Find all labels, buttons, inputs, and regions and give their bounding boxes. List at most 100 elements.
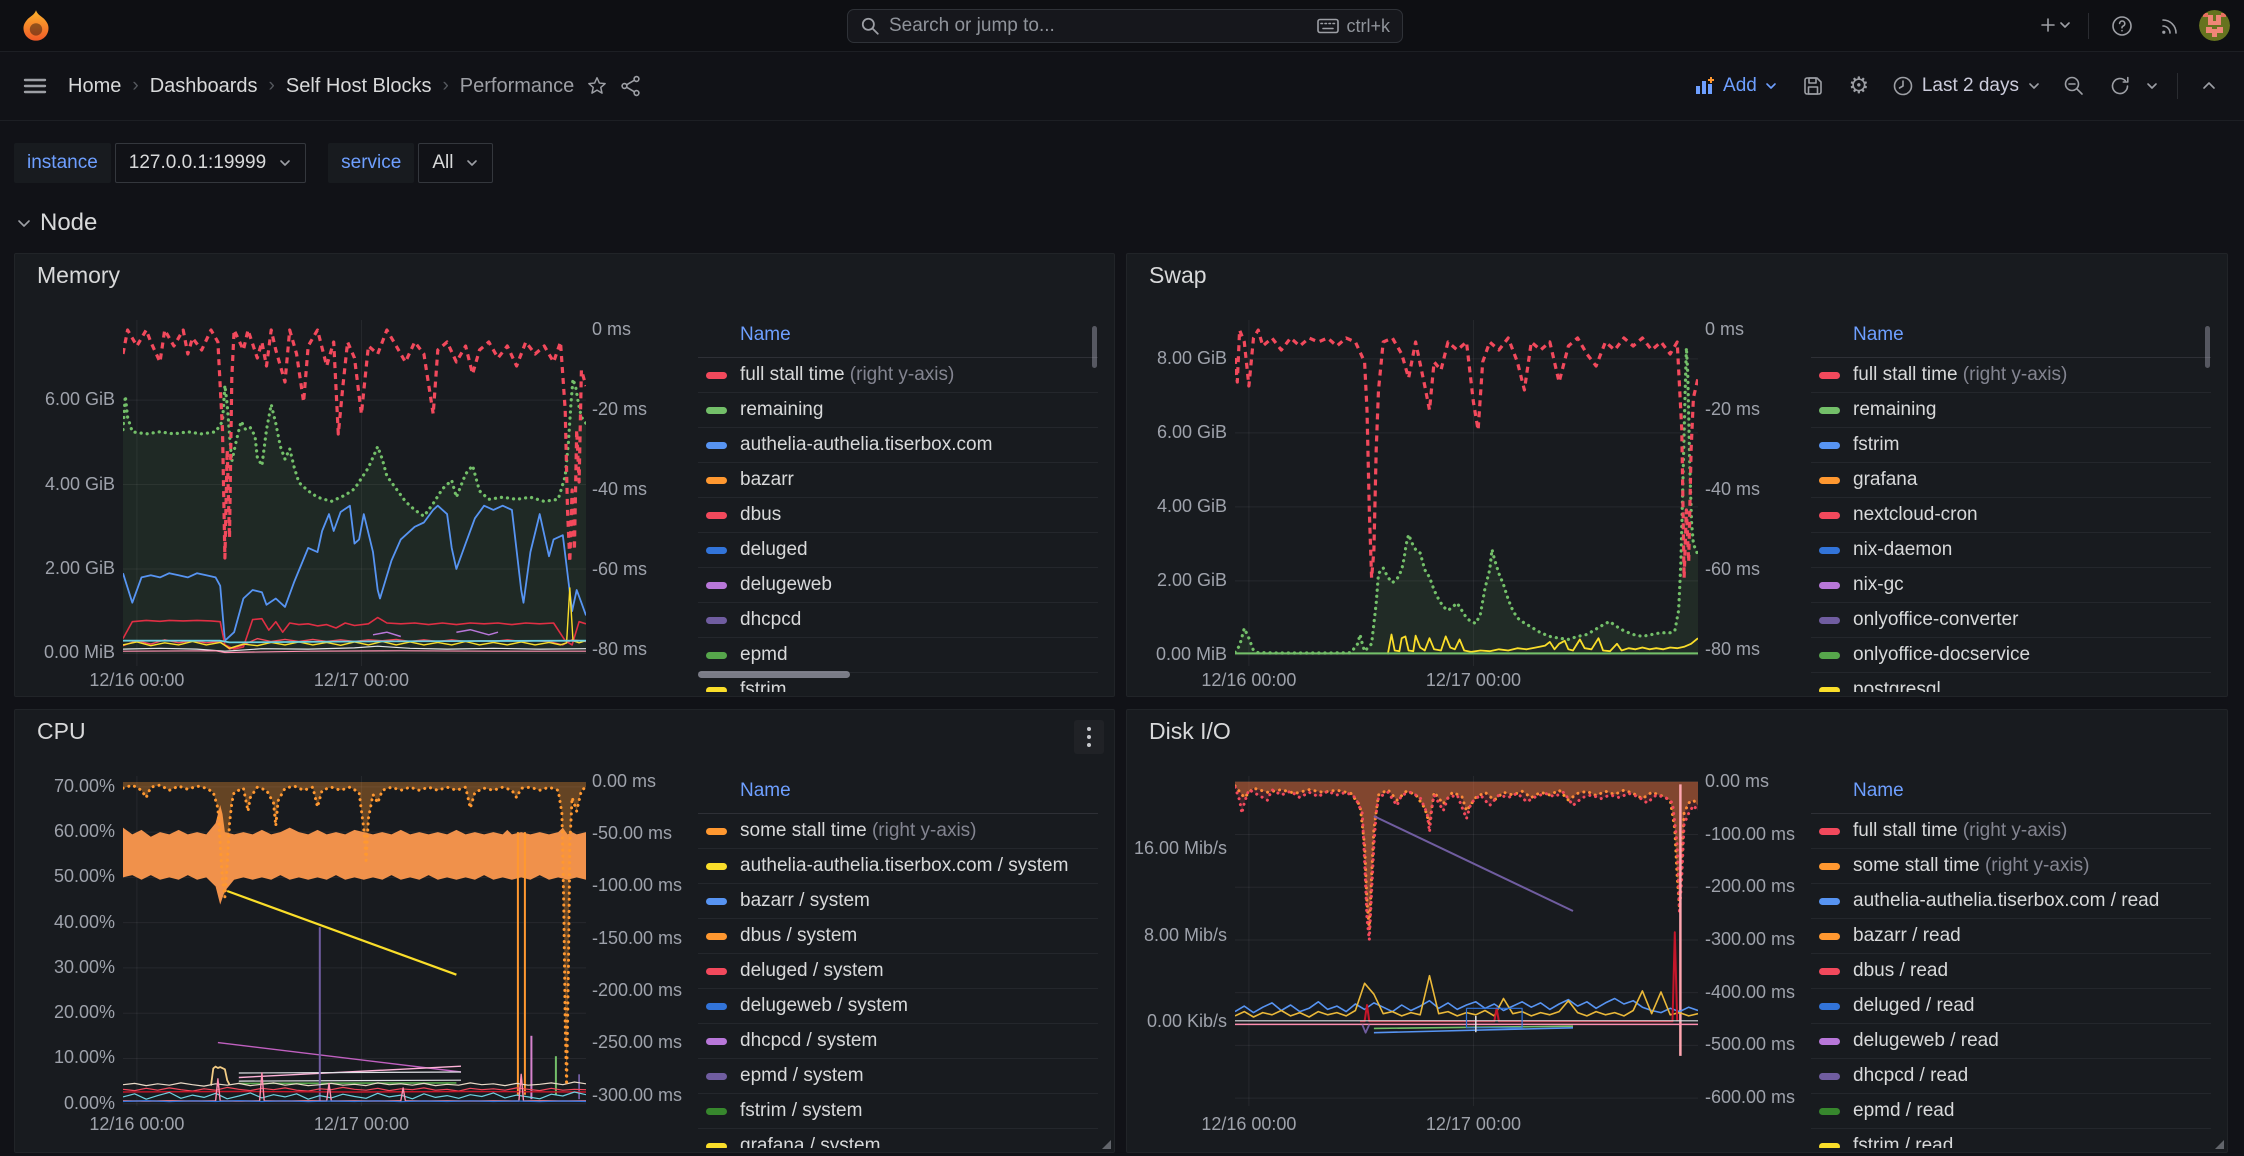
- grafana-logo[interactable]: [18, 8, 54, 44]
- dashboard-settings-button[interactable]: ⚙: [1840, 69, 1878, 103]
- chart-canvas[interactable]: [123, 320, 586, 666]
- legend-row[interactable]: epmd / system: [698, 1059, 1098, 1094]
- search-input[interactable]: Search or jump to... ctrl+k: [847, 9, 1403, 43]
- legend-horizontal-scrollbar-thumb[interactable]: [698, 671, 850, 678]
- variable-service-label: service: [328, 143, 414, 183]
- add-button[interactable]: Add: [1686, 75, 1786, 97]
- legend-row[interactable]: some stall time (right y-axis): [698, 814, 1098, 849]
- panel-title[interactable]: CPU: [31, 718, 1098, 748]
- legend-row[interactable]: bazarr / system: [698, 884, 1098, 919]
- legend-row[interactable]: full stall time (right y-axis): [698, 358, 1098, 393]
- legend-header-name[interactable]: Name: [698, 324, 1098, 358]
- legend-header-name[interactable]: Name: [1811, 324, 2211, 358]
- save-dashboard-button[interactable]: [1794, 69, 1832, 103]
- legend-row[interactable]: deluged / system: [698, 954, 1098, 989]
- legend-row[interactable]: nix-gc: [1811, 568, 2211, 603]
- legend-scrollbar-thumb[interactable]: [1092, 326, 1097, 368]
- legend-row[interactable]: deluged: [698, 533, 1098, 568]
- chart-plot-area[interactable]: [123, 320, 584, 662]
- chart-plot-area[interactable]: [1235, 776, 1697, 1106]
- variable-instance-label: instance: [14, 143, 111, 183]
- favorite-button[interactable]: [578, 69, 616, 103]
- y-axis-right: 0.00 ms-100.00 ms-200.00 ms-300.00 ms-40…: [1697, 776, 1797, 1106]
- legend-row[interactable]: authelia-authelia.tiserbox.com: [698, 428, 1098, 463]
- legend-row[interactable]: epmd: [698, 638, 1098, 673]
- legend-row[interactable]: authelia-authelia.tiserbox.com / system: [698, 849, 1098, 884]
- legend-row[interactable]: onlyoffice-docservice: [1811, 638, 2211, 673]
- chart-plot-area[interactable]: [1235, 320, 1697, 662]
- panel-resize-handle[interactable]: [1102, 1140, 1111, 1149]
- legend-row[interactable]: some stall time (right y-axis): [1811, 849, 2211, 884]
- breadcrumb-dashboards[interactable]: Dashboards: [150, 75, 258, 98]
- chart-canvas[interactable]: [1235, 776, 1698, 1106]
- help-button[interactable]: [2103, 9, 2141, 43]
- panel-title[interactable]: Memory: [31, 262, 1098, 292]
- chart-plot-area[interactable]: [123, 776, 584, 1106]
- zoom-out-button[interactable]: [2055, 69, 2093, 103]
- legend-row[interactable]: nextcloud-cron: [1811, 498, 2211, 533]
- share-button[interactable]: [612, 69, 650, 103]
- chevron-down-icon: [2145, 80, 2159, 92]
- legend-row[interactable]: dbus / system: [698, 919, 1098, 954]
- legend-row[interactable]: dbus: [698, 498, 1098, 533]
- time-range-picker[interactable]: Last 2 days: [1886, 75, 2047, 97]
- legend-row[interactable]: authelia-authelia.tiserbox.com / read: [1811, 884, 2211, 919]
- legend-row[interactable]: fstrim: [1811, 428, 2211, 463]
- legend-row[interactable]: deluged / read: [1811, 989, 2211, 1024]
- legend-row[interactable]: delugeweb / system: [698, 989, 1098, 1024]
- legend-series-swatch: [706, 1038, 727, 1045]
- refresh-button[interactable]: [2101, 69, 2139, 103]
- legend-row[interactable]: remaining: [698, 393, 1098, 428]
- legend-header-name[interactable]: Name: [1811, 780, 2211, 814]
- variable-service-select[interactable]: All: [418, 143, 493, 183]
- chart-canvas[interactable]: [123, 776, 586, 1106]
- legend-row[interactable]: fstrim / read: [1811, 1129, 2211, 1148]
- legend-row[interactable]: epmd / read: [1811, 1094, 2211, 1129]
- legend-series-label: dbus / read: [1853, 960, 1948, 982]
- legend-header-name[interactable]: Name: [698, 780, 1098, 814]
- legend-series-label: authelia-authelia.tiserbox.com / read: [1853, 890, 2159, 912]
- legend-row[interactable]: delugeweb / read: [1811, 1024, 2211, 1059]
- breadcrumb-home[interactable]: Home: [68, 75, 121, 98]
- star-icon: [586, 75, 608, 97]
- search-icon: [860, 16, 880, 36]
- legend-row[interactable]: onlyoffice-converter: [1811, 603, 2211, 638]
- chart-canvas[interactable]: [1235, 320, 1698, 666]
- news-button[interactable]: [2151, 9, 2189, 43]
- legend-row[interactable]: nix-daemon: [1811, 533, 2211, 568]
- legend-series-swatch: [1819, 1038, 1840, 1045]
- legend-row[interactable]: postgresql: [1811, 673, 2211, 692]
- collapse-toolbar-button[interactable]: [2190, 69, 2228, 103]
- legend-row[interactable]: dhcpcd / read: [1811, 1059, 2211, 1094]
- y-axis-tick-label: 6.00 GiB: [1157, 422, 1227, 443]
- dashboard-toolbar: Home › Dashboards › Self Host Blocks › P…: [0, 52, 2244, 121]
- row-node[interactable]: Node: [16, 209, 2244, 237]
- panel-menu-button[interactable]: [1074, 720, 1104, 754]
- panel-resize-handle[interactable]: [2215, 1140, 2224, 1149]
- legend-scrollbar-thumb[interactable]: [2205, 326, 2210, 368]
- legend-row[interactable]: delugeweb: [698, 568, 1098, 603]
- breadcrumb-folder[interactable]: Self Host Blocks: [286, 75, 432, 98]
- legend-row[interactable]: bazarr / read: [1811, 919, 2211, 954]
- panel-title[interactable]: Swap: [1143, 262, 2211, 292]
- legend-row[interactable]: remaining: [1811, 393, 2211, 428]
- legend-row[interactable]: dbus / read: [1811, 954, 2211, 989]
- y-axis-tick-label: 40.00%: [54, 912, 115, 933]
- panel-disk-io: Disk I/O16.00 Mib/s8.00 Mib/s0.00 Kib/s0…: [1126, 709, 2228, 1153]
- legend-row[interactable]: full stall time (right y-axis): [1811, 814, 2211, 849]
- refresh-interval-dropdown[interactable]: [2139, 69, 2165, 103]
- variable-instance-select[interactable]: 127.0.0.1:19999: [115, 143, 306, 183]
- y-axis-tick-label: -600.00 ms: [1705, 1087, 1795, 1108]
- legend-row[interactable]: grafana: [1811, 463, 2211, 498]
- panel-title[interactable]: Disk I/O: [1143, 718, 2211, 748]
- new-dropdown-button[interactable]: [2036, 9, 2074, 43]
- breadcrumb-separator: ›: [442, 75, 448, 97]
- legend-row[interactable]: bazarr: [698, 463, 1098, 498]
- legend-row[interactable]: full stall time (right y-axis): [1811, 358, 2211, 393]
- menu-toggle-button[interactable]: [16, 69, 54, 103]
- legend-row[interactable]: grafana / system: [698, 1129, 1098, 1148]
- legend-row[interactable]: fstrim / system: [698, 1094, 1098, 1129]
- legend-row[interactable]: dhcpcd: [698, 603, 1098, 638]
- legend-row[interactable]: dhcpcd / system: [698, 1024, 1098, 1059]
- user-avatar[interactable]: [2199, 10, 2230, 41]
